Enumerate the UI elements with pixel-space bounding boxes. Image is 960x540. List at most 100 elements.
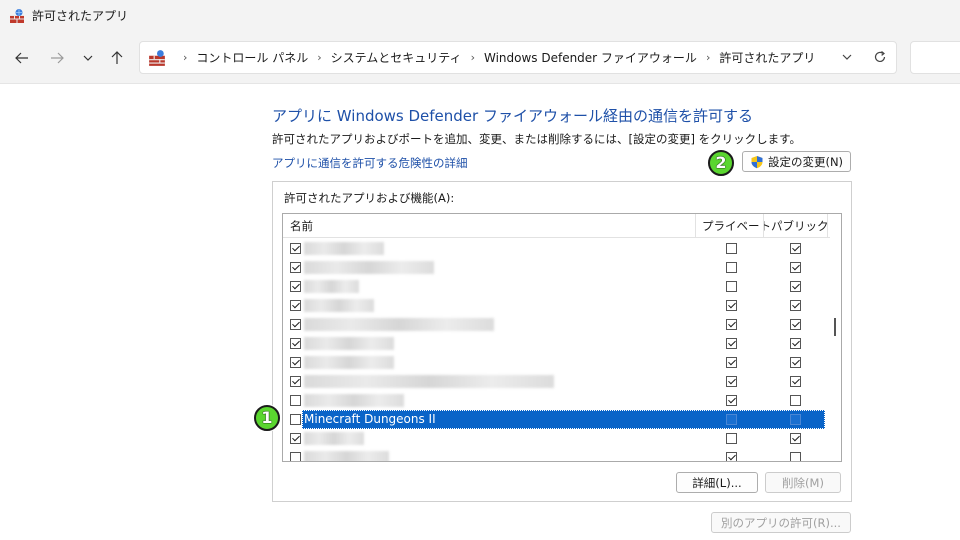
breadcrumb-item-control-panel[interactable]: コントロール パネル (196, 49, 308, 66)
blurred-app-name (304, 394, 404, 407)
remove-button[interactable]: 削除(M) (765, 472, 841, 493)
public-network-checkbox[interactable] (790, 433, 801, 444)
public-network-checkbox[interactable] (790, 357, 801, 368)
private-network-checkbox[interactable] (726, 262, 737, 273)
public-network-checkbox[interactable] (790, 300, 801, 311)
column-header-private[interactable]: プライベート (702, 214, 771, 238)
risk-info-link[interactable]: アプリに通信を許可する危険性の詳細 (272, 156, 468, 170)
change-settings-label: 設定の変更(N) (767, 154, 844, 169)
public-network-checkbox[interactable] (790, 281, 801, 292)
table-row[interactable] (283, 258, 831, 277)
app-name: Minecraft Dungeons II (304, 412, 436, 426)
app-enabled-checkbox[interactable] (290, 433, 301, 444)
refresh-icon[interactable] (872, 49, 888, 65)
public-network-checkbox[interactable] (790, 319, 801, 330)
list-header: 名前 プライベート パブリック (283, 214, 831, 238)
table-row[interactable]: Minecraft Dungeons II (283, 410, 831, 429)
up-button[interactable] (104, 45, 130, 71)
private-network-checkbox[interactable] (726, 395, 737, 406)
change-settings-button[interactable]: 設定の変更(N) (742, 151, 851, 172)
blurred-app-name (304, 280, 359, 293)
breadcrumb-separator: › (705, 51, 711, 64)
table-row[interactable] (283, 315, 831, 334)
scrollbar-thumb[interactable] (834, 318, 836, 336)
app-enabled-checkbox[interactable] (290, 376, 301, 387)
public-network-checkbox[interactable] (790, 338, 801, 349)
breadcrumb-item-firewall[interactable]: Windows Defender ファイアウォール (484, 49, 697, 66)
back-button[interactable] (9, 45, 35, 71)
table-row[interactable] (283, 277, 831, 296)
breadcrumb-separator: › (317, 51, 322, 64)
private-network-checkbox[interactable] (726, 414, 737, 425)
details-button[interactable]: 詳細(L)... (676, 472, 758, 493)
allow-another-app-button[interactable]: 別のアプリの許可(R)... (711, 512, 851, 533)
blurred-app-name (304, 337, 394, 350)
search-input[interactable] (910, 41, 960, 74)
column-header-public[interactable]: パブリック (771, 214, 829, 238)
public-network-checkbox[interactable] (790, 243, 801, 254)
table-row[interactable] (283, 353, 831, 372)
app-enabled-checkbox[interactable] (290, 281, 301, 292)
table-row[interactable] (283, 448, 831, 461)
app-enabled-checkbox[interactable] (290, 262, 301, 273)
public-network-checkbox[interactable] (790, 452, 801, 461)
firewall-icon (149, 49, 165, 66)
table-row[interactable] (283, 239, 831, 258)
blurred-app-name (304, 242, 384, 255)
chevron-down-icon[interactable] (840, 50, 854, 64)
app-enabled-checkbox[interactable] (290, 243, 301, 254)
back-arrow-icon (15, 52, 28, 64)
uac-shield-icon (751, 155, 763, 168)
annotation-badge-2: 2 (708, 150, 734, 176)
private-network-checkbox[interactable] (726, 243, 737, 254)
private-network-checkbox[interactable] (726, 433, 737, 444)
firewall-icon (10, 9, 24, 23)
private-network-checkbox[interactable] (726, 338, 737, 349)
private-network-checkbox[interactable] (726, 357, 737, 368)
app-enabled-checkbox[interactable] (290, 452, 301, 461)
breadcrumb-separator: › (183, 51, 188, 64)
public-network-checkbox[interactable] (790, 376, 801, 387)
private-network-checkbox[interactable] (726, 281, 737, 292)
table-row[interactable] (283, 429, 831, 448)
private-network-checkbox[interactable] (726, 300, 737, 311)
app-enabled-checkbox[interactable] (290, 338, 301, 349)
app-enabled-checkbox[interactable] (290, 395, 301, 406)
column-header-name[interactable]: 名前 (290, 214, 313, 238)
table-row[interactable] (283, 296, 831, 315)
annotation-badge-1: 1 (254, 405, 280, 431)
list-scrollbar[interactable] (830, 214, 841, 461)
breadcrumb-item-system-security[interactable]: システムとセキュリティ (331, 49, 462, 66)
breadcrumb-item-allowed-apps[interactable]: 許可されたアプリ (719, 49, 815, 66)
navigation-bar: › コントロール パネル › システムとセキュリティ › Windows Def… (0, 32, 960, 84)
public-network-checkbox[interactable] (790, 395, 801, 406)
blurred-app-name (304, 299, 374, 312)
address-bar[interactable]: › コントロール パネル › システムとセキュリティ › Windows Def… (139, 41, 897, 74)
breadcrumb: › コントロール パネル › システムとセキュリティ › Windows Def… (148, 42, 815, 73)
app-enabled-checkbox[interactable] (290, 357, 301, 368)
table-row[interactable] (283, 334, 831, 353)
app-enabled-checkbox[interactable] (290, 319, 301, 330)
title-bar: 許可されたアプリ (0, 0, 960, 32)
blurred-app-name (304, 318, 494, 331)
private-network-checkbox[interactable] (726, 376, 737, 387)
table-row[interactable] (283, 391, 831, 410)
app-enabled-checkbox[interactable] (290, 414, 301, 425)
window-title: 許可されたアプリ (32, 9, 129, 23)
recent-locations-button[interactable] (75, 45, 101, 71)
public-network-checkbox[interactable] (790, 414, 801, 425)
private-network-checkbox[interactable] (726, 452, 737, 461)
column-divider (763, 214, 764, 238)
table-row[interactable] (283, 372, 831, 391)
breadcrumb-separator: › (470, 51, 475, 64)
private-network-checkbox[interactable] (726, 319, 737, 330)
allowed-apps-list[interactable]: 名前 プライベート パブリック Minecraft Dungeons II (282, 213, 842, 462)
page-title: アプリに Windows Defender ファイアウォール経由の通信を許可する (272, 107, 753, 125)
blurred-app-name (304, 356, 394, 369)
up-arrow-icon (111, 51, 123, 64)
forward-button[interactable] (44, 45, 70, 71)
column-divider (695, 214, 696, 238)
app-enabled-checkbox[interactable] (290, 300, 301, 311)
public-network-checkbox[interactable] (790, 262, 801, 273)
allowed-apps-group-label: 許可されたアプリおよび機能(A): (284, 191, 455, 205)
